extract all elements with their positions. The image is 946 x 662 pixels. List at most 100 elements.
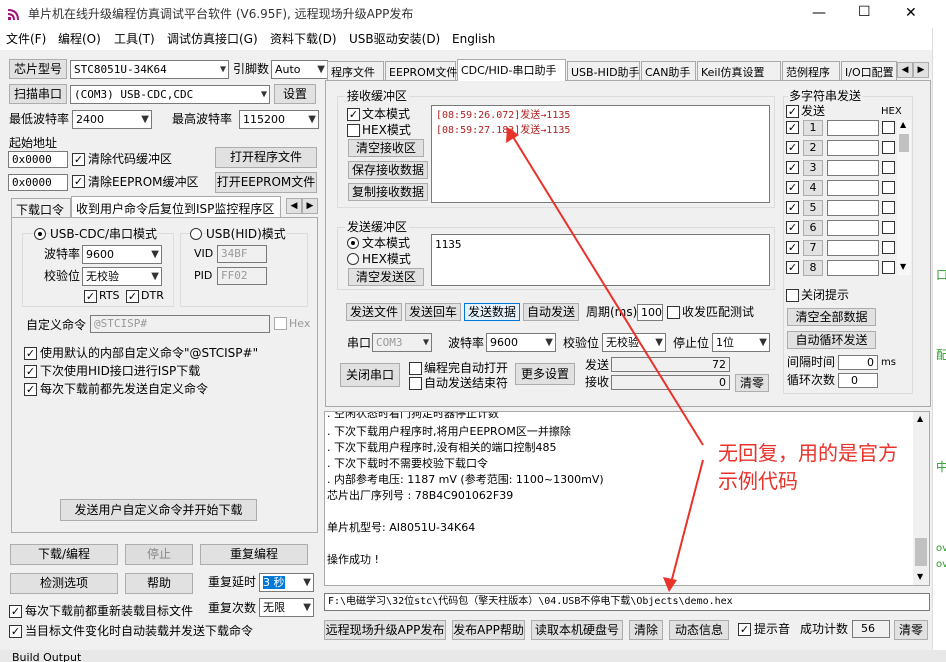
publish-help-button[interactable]: 发布APP帮助: [452, 620, 525, 640]
menu-docs[interactable]: 资料下载(D): [270, 31, 337, 47]
log-scrollbar[interactable]: ▲ ▼: [913, 412, 929, 585]
menu-file[interactable]: 文件(F): [6, 31, 46, 47]
start-address-input[interactable]: 0x0000: [8, 151, 68, 168]
text-mode-checkbox[interactable]: ✓: [347, 108, 360, 121]
multi-row-send-button[interactable]: 1: [803, 120, 823, 136]
auto-end-checkbox[interactable]: [409, 377, 422, 390]
send-text-mode-radio[interactable]: [347, 237, 359, 249]
min-baud-select[interactable]: 2400 ▼: [72, 110, 152, 129]
multi-row-checkbox[interactable]: ✓: [786, 221, 799, 234]
tab-examples[interactable]: 范例程序: [782, 61, 840, 81]
chip-model-select[interactable]: STC8051U-34K64 ▼: [70, 60, 229, 79]
receive-textarea[interactable]: [08:59:26.072]发送→1135 [08:59:27.183]发送→1…: [431, 105, 770, 203]
tabs-scroll-right[interactable]: ▶: [913, 62, 929, 78]
multi-row-hex-checkbox[interactable]: [882, 181, 895, 194]
port-select[interactable]: (COM3) USB-CDC,CDC ▼: [70, 85, 270, 104]
send-custom-download-button[interactable]: 发送用户自定义命令并开始下载: [60, 499, 257, 521]
tab-eeprom-file[interactable]: EEPROM文件: [385, 61, 457, 81]
tab-program-file[interactable]: 程序文件: [327, 61, 384, 81]
scan-port-button[interactable]: 扫描串口: [9, 84, 67, 104]
auto-open-checkbox[interactable]: [409, 362, 422, 375]
multi-row-input[interactable]: [827, 160, 879, 176]
save-receive-button[interactable]: 保存接收数据: [348, 161, 428, 179]
multi-row-hex-checkbox[interactable]: [882, 221, 895, 234]
multi-row-checkbox[interactable]: ✓: [786, 161, 799, 174]
repeat-program-button[interactable]: 重复编程: [200, 544, 308, 565]
tab-cdc-hid-serial[interactable]: CDC/HID-串口助手: [457, 59, 566, 81]
close-port-button[interactable]: 关闭串口: [340, 363, 400, 387]
usb-cdc-radio[interactable]: [34, 228, 46, 240]
check-options-button[interactable]: 检测选项: [10, 573, 118, 594]
auto-loop-send-button[interactable]: 自动循环发送: [787, 331, 876, 349]
tab-usb-hid[interactable]: USB-HID助手: [567, 61, 640, 81]
serial-stop-select[interactable]: 1位 ▼: [712, 333, 770, 352]
tabs-scroll-left[interactable]: ◀: [897, 62, 913, 78]
hex-mode-checkbox[interactable]: [347, 124, 360, 137]
multi-row-checkbox[interactable]: ✓: [786, 201, 799, 214]
read-hdd-button[interactable]: 读取本机硬盘号: [531, 620, 623, 640]
send-enter-button[interactable]: 发送回车: [405, 303, 461, 321]
multi-row-send-button[interactable]: 4: [803, 180, 823, 196]
parity-select[interactable]: 无校验 ▼: [82, 267, 162, 286]
multi-row-send-button[interactable]: 5: [803, 200, 823, 216]
eeprom-address-input[interactable]: 0x0000: [8, 174, 68, 191]
open-program-button[interactable]: 打开程序文件: [215, 147, 317, 168]
pid-input[interactable]: FF02: [217, 267, 267, 285]
log-output[interactable]: . 空闲状态时看门狗定时器停止计数 . 下次下载用户程序时,将用户EEPROM区…: [324, 411, 930, 586]
serial-baud-select[interactable]: 9600 ▼: [486, 333, 556, 352]
vid-input[interactable]: 34BF: [217, 245, 267, 263]
multi-row-checkbox[interactable]: ✓: [786, 121, 799, 134]
stop-button[interactable]: 停止: [125, 544, 193, 565]
reload-each-checkbox[interactable]: ✓: [9, 605, 22, 618]
clear-eeprom-checkbox[interactable]: ✓: [72, 175, 85, 188]
multi-row-input[interactable]: [827, 240, 879, 256]
menu-tools[interactable]: 工具(T): [114, 31, 155, 47]
multi-row-input[interactable]: [827, 180, 879, 196]
multi-row-send-button[interactable]: 6: [803, 220, 823, 236]
settings-button[interactable]: 设置: [274, 84, 316, 104]
custom-command-input[interactable]: @STCISP#: [90, 315, 270, 333]
multi-row-input[interactable]: [827, 200, 879, 216]
clear-code-checkbox[interactable]: ✓: [72, 153, 85, 166]
clear-receive-button[interactable]: 清空接收区: [348, 139, 424, 157]
multi-row-hex-checkbox[interactable]: [882, 241, 895, 254]
multi-row-send-button[interactable]: 8: [803, 260, 823, 276]
send-custom-first-checkbox[interactable]: ✓: [24, 383, 37, 396]
minimize-button[interactable]: —: [812, 5, 826, 21]
multi-row-hex-checkbox[interactable]: [882, 261, 895, 274]
pin-count-select[interactable]: Auto ▼: [271, 60, 328, 79]
clear-success-button[interactable]: 清零: [894, 620, 928, 640]
baud-select[interactable]: 9600 ▼: [82, 245, 162, 264]
clear-log-button[interactable]: 清除: [629, 620, 663, 640]
tab-reset-isp[interactable]: 收到用户命令后复位到ISP监控程序区: [71, 196, 281, 218]
clear-all-data-button[interactable]: 清空全部数据: [787, 308, 876, 326]
auto-send-button[interactable]: 自动发送: [523, 303, 579, 321]
send-textarea[interactable]: 1135: [431, 234, 770, 286]
tab-keil[interactable]: Keil仿真设置: [697, 61, 781, 81]
multi-row-hex-checkbox[interactable]: [882, 201, 895, 214]
multi-row-checkbox[interactable]: ✓: [786, 181, 799, 194]
send-hex-mode-radio[interactable]: [347, 253, 359, 265]
beep-checkbox[interactable]: ✓: [738, 623, 751, 636]
menu-program[interactable]: 编程(O): [58, 31, 101, 47]
tab-can[interactable]: CAN助手: [641, 61, 696, 81]
multi-row-checkbox[interactable]: ✓: [786, 241, 799, 254]
match-test-checkbox[interactable]: [667, 306, 680, 319]
send-file-button[interactable]: 发送文件: [346, 303, 402, 321]
serial-port-select[interactable]: COM3 ▼: [372, 333, 432, 352]
menu-usb-driver[interactable]: USB驱动安装(D): [349, 31, 440, 47]
period-input[interactable]: 100: [637, 304, 663, 321]
multi-row-input[interactable]: [827, 140, 879, 156]
loop-count-input[interactable]: 0: [838, 373, 878, 388]
maximize-button[interactable]: ☐: [858, 4, 871, 20]
close-tip-checkbox[interactable]: [786, 289, 799, 302]
send-data-button[interactable]: 发送数据: [464, 303, 520, 321]
serial-parity-select[interactable]: 无校验 ▼: [602, 333, 666, 352]
multi-row-input[interactable]: [827, 260, 879, 276]
repeat-delay-select[interactable]: 3 秒 ▼: [259, 573, 314, 592]
multi-row-checkbox[interactable]: ✓: [786, 141, 799, 154]
rts-checkbox[interactable]: ✓: [84, 290, 97, 303]
tab-io-config[interactable]: I/O口配置: [841, 61, 897, 81]
copy-receive-button[interactable]: 复制接收数据: [348, 183, 428, 201]
multi-row-hex-checkbox[interactable]: [882, 121, 895, 134]
